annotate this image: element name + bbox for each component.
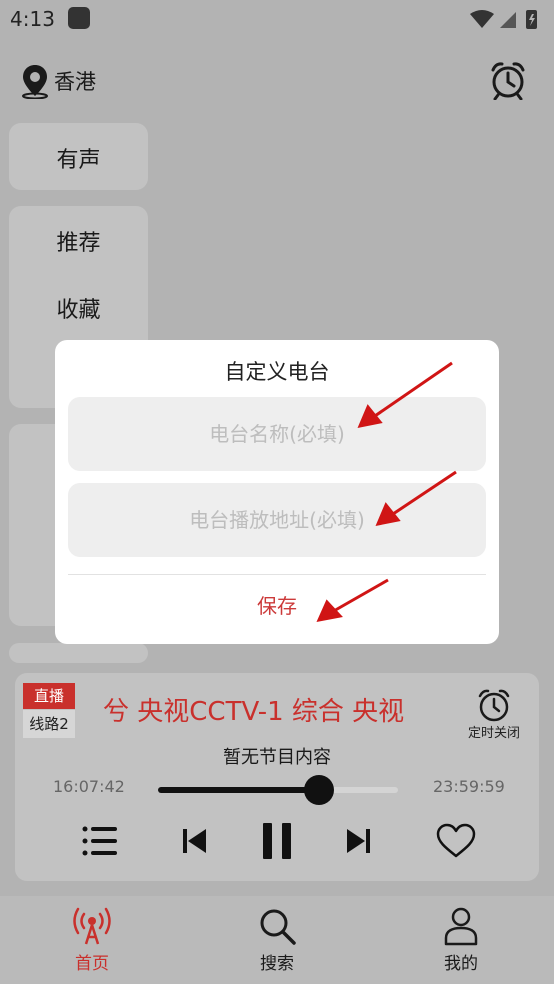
category-card-partial xyxy=(9,643,148,663)
line-selector[interactable]: 线路2 xyxy=(23,710,75,738)
station-name-input[interactable] xyxy=(68,397,486,471)
location-selector[interactable]: 香港 xyxy=(20,62,96,100)
tab-home-label: 首页 xyxy=(75,954,109,974)
status-time: 4:13 xyxy=(10,7,55,31)
category-item-audio[interactable]: 有声 xyxy=(9,142,148,174)
tab-profile[interactable]: 我的 xyxy=(401,896,521,984)
wifi-icon xyxy=(470,10,494,28)
next-icon[interactable] xyxy=(337,819,381,863)
bottom-tab-bar: 首页 搜索 我的 xyxy=(0,896,554,984)
category-card-audio: 有声 xyxy=(9,123,148,190)
notification-icon xyxy=(68,7,90,29)
tab-home[interactable]: 首页 xyxy=(32,896,152,984)
tab-search[interactable]: 搜索 xyxy=(217,896,337,984)
category-item-favorites[interactable]: 收藏 xyxy=(9,292,148,324)
station-name: 兮 央视CCTV-1 综合 央视 xyxy=(103,697,405,727)
playlist-icon[interactable] xyxy=(77,819,121,863)
progress-thumb[interactable] xyxy=(303,775,334,805)
signal-icon xyxy=(500,12,516,28)
search-icon xyxy=(260,909,296,945)
location-pin-icon xyxy=(22,65,48,99)
pause-icon[interactable] xyxy=(255,819,299,863)
tab-search-label: 搜索 xyxy=(260,954,294,974)
dialog-divider xyxy=(68,574,486,575)
status-icons xyxy=(470,10,537,29)
user-icon xyxy=(444,907,478,946)
tab-profile-label: 我的 xyxy=(444,954,478,974)
time-start: 16:07:42 xyxy=(53,777,125,796)
progress-slider[interactable] xyxy=(158,775,398,805)
live-badge: 直播 xyxy=(23,683,75,709)
previous-icon[interactable] xyxy=(172,819,216,863)
radio-broadcast-icon xyxy=(73,907,111,945)
program-text: 暂无节目内容 xyxy=(223,747,331,768)
time-end: 23:59:59 xyxy=(433,777,505,796)
timer-label[interactable]: 定时关闭 xyxy=(464,722,524,741)
progress-fill xyxy=(158,787,319,793)
category-item-recommend[interactable]: 推荐 xyxy=(9,225,148,257)
custom-station-dialog: 自定义电台 保存 xyxy=(55,340,499,644)
dialog-title: 自定义电台 xyxy=(224,360,330,384)
player-card: 直播 线路2 兮 央视CCTV-1 综合 央视 定时关闭 暂无节目内容 16:0… xyxy=(15,673,539,881)
heart-icon[interactable] xyxy=(434,819,478,863)
save-button[interactable]: 保存 xyxy=(55,590,499,619)
station-marquee: 兮 央视CCTV-1 综合 央视 xyxy=(103,691,451,731)
status-bar: 4:13 xyxy=(0,0,554,40)
station-url-input[interactable] xyxy=(68,483,486,557)
location-label: 香港 xyxy=(54,70,96,94)
alarm-clock-icon[interactable] xyxy=(488,60,528,100)
